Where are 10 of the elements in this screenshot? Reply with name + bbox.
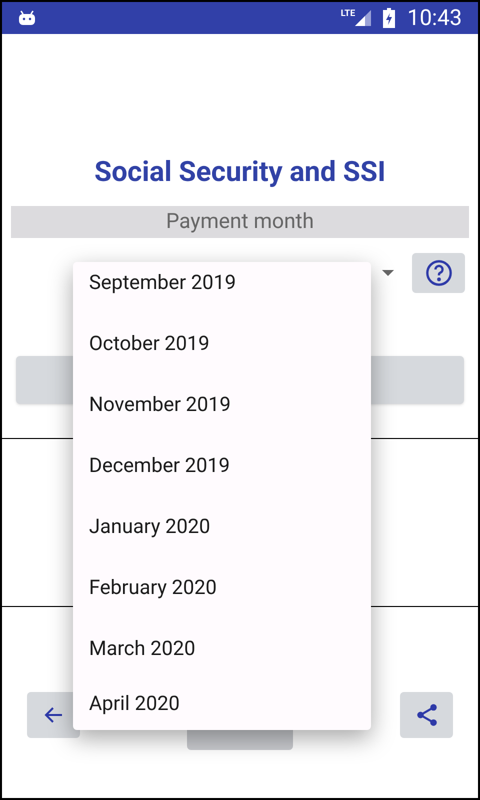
dropdown-item[interactable]: January 2020 xyxy=(73,494,371,557)
dropdown-item[interactable]: September 2019 xyxy=(73,262,371,313)
dropdown-item[interactable]: February 2020 xyxy=(73,555,371,618)
dropdown-item[interactable]: October 2019 xyxy=(73,311,371,374)
network-label: LTE xyxy=(340,8,356,21)
section-header: Payment month xyxy=(11,206,469,238)
dropdown-item[interactable]: November 2019 xyxy=(73,372,371,435)
dropdown-item[interactable]: December 2019 xyxy=(73,433,371,496)
clock-time: 10:43 xyxy=(407,4,462,32)
page-title: Social Security and SSI xyxy=(93,154,387,190)
